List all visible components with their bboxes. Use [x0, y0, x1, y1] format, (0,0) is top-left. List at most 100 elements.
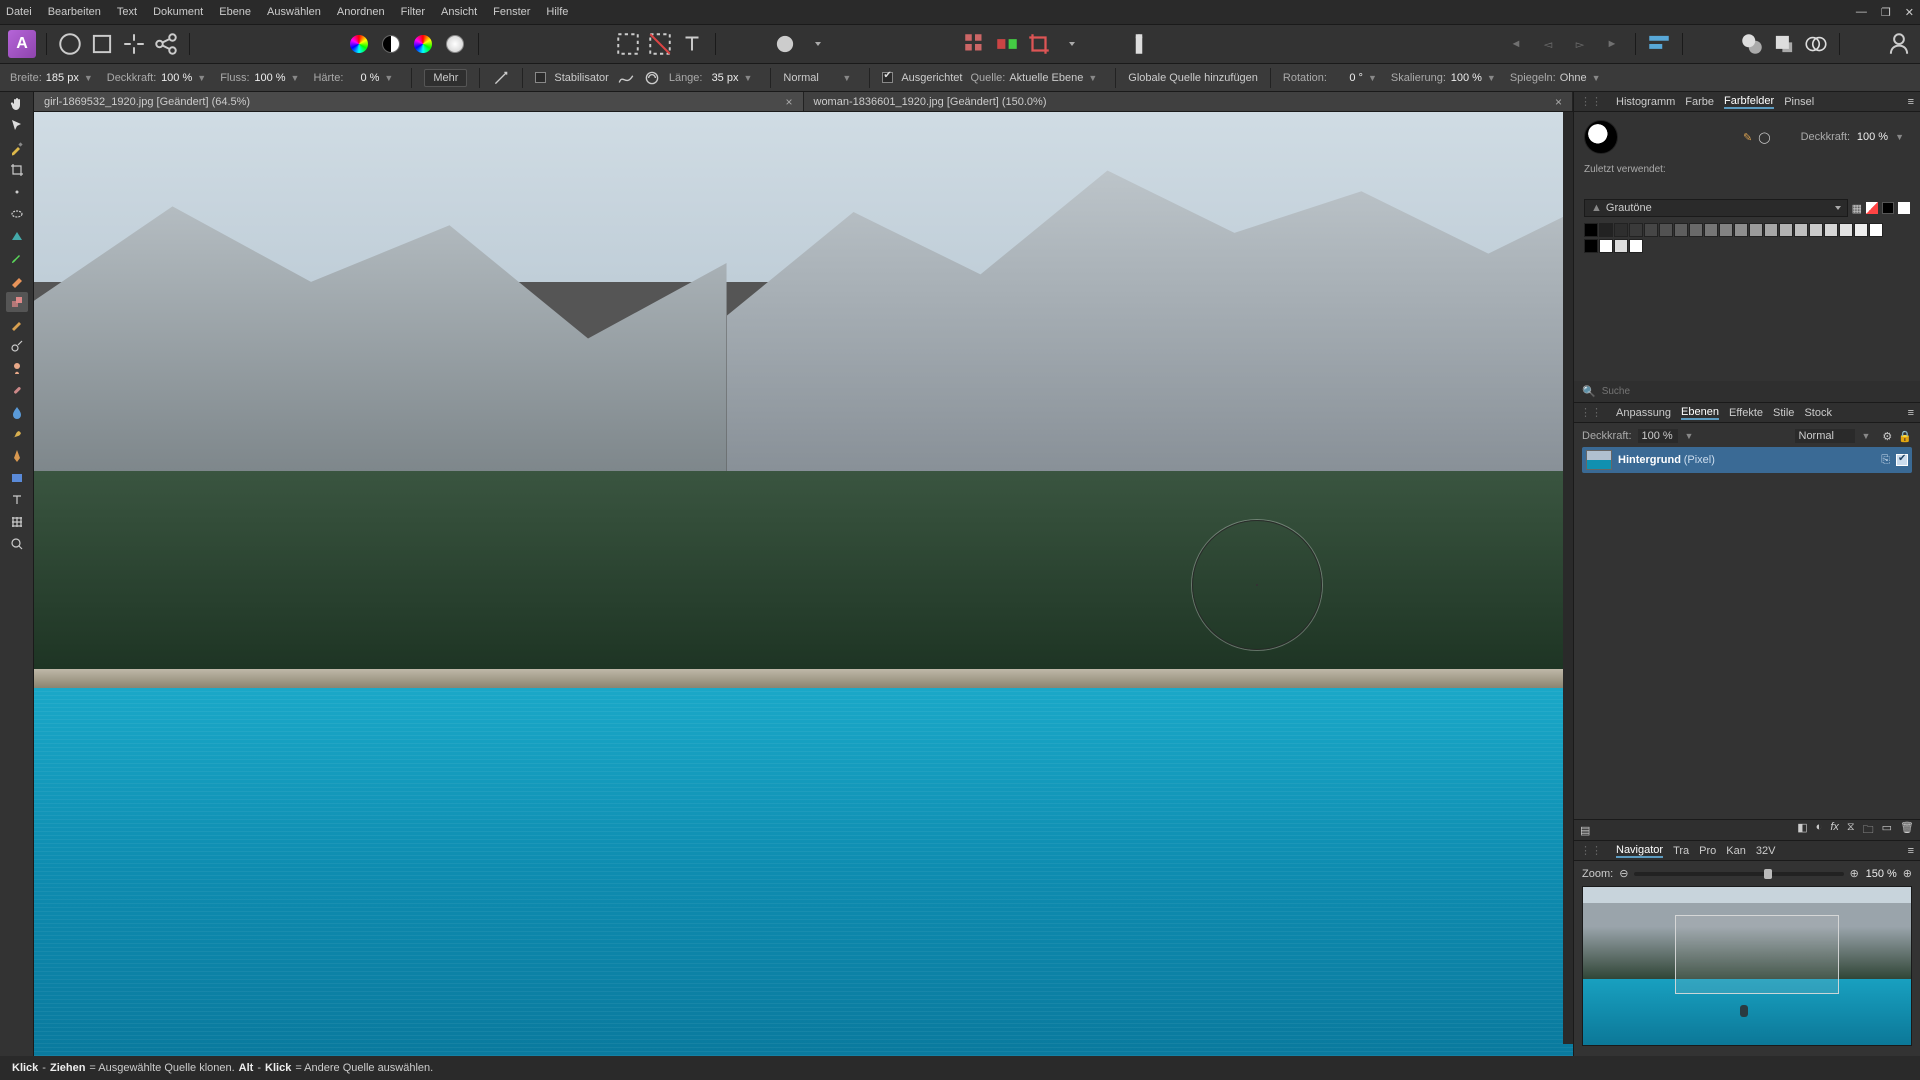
swatch-cell[interactable] — [1824, 223, 1838, 237]
menu-anordnen[interactable]: Anordnen — [337, 6, 385, 18]
add-swatch-icon[interactable] — [1866, 202, 1878, 214]
intersect-shape-icon[interactable] — [1803, 31, 1829, 57]
selection-brush-tool[interactable] — [6, 182, 28, 202]
navigator-viewport-rect[interactable] — [1675, 915, 1839, 994]
swatch-cell[interactable] — [1704, 223, 1718, 237]
swatch-cell[interactable] — [1809, 223, 1823, 237]
move-tool[interactable] — [6, 116, 28, 136]
selection-new-icon[interactable] — [615, 31, 641, 57]
blend-mode[interactable]: Normal — [783, 72, 833, 84]
swatch-cell[interactable] — [1614, 223, 1628, 237]
source-value[interactable]: Aktuelle Ebene — [1009, 72, 1083, 84]
group-layer-icon[interactable]: 🗀 — [1863, 821, 1874, 840]
clone-brush-tool[interactable] — [6, 292, 28, 312]
quick-mask-icon[interactable] — [772, 31, 798, 57]
menu-ebene[interactable]: Ebene — [219, 6, 251, 18]
flood-select-tool[interactable] — [6, 226, 28, 246]
app-logo[interactable]: A — [8, 30, 36, 58]
marquee-tool[interactable] — [6, 204, 28, 224]
swatch-black-icon[interactable] — [1882, 202, 1894, 214]
menu-auswaehlen[interactable]: Auswählen — [267, 6, 321, 18]
swatch-cell[interactable] — [1854, 223, 1868, 237]
document-tab-2[interactable]: woman-1836601_1920.jpg [Geändert] (150.0… — [804, 92, 1574, 111]
layer-opacity-value[interactable]: 100 % — [1638, 429, 1678, 443]
alignment-icon[interactable] — [1646, 31, 1672, 57]
swatch-cell[interactable] — [1749, 223, 1763, 237]
global-source-button[interactable]: Globale Quelle hinzufügen — [1128, 72, 1258, 84]
swatch-cell[interactable] — [1839, 223, 1853, 237]
rope-mode-icon[interactable] — [617, 69, 635, 87]
navigator-thumbnail[interactable] — [1582, 886, 1912, 1046]
tab-pinsel[interactable]: Pinsel — [1784, 96, 1814, 108]
rectangle-tool[interactable] — [6, 468, 28, 488]
menu-filter[interactable]: Filter — [401, 6, 425, 18]
hardness-value[interactable]: 0 % — [347, 72, 379, 84]
panel-menu-icon[interactable]: ≡ — [1908, 96, 1914, 108]
bw-adjust-icon[interactable] — [378, 31, 404, 57]
swatch-cell[interactable] — [1629, 223, 1643, 237]
zoom-slider[interactable] — [1634, 872, 1843, 876]
menu-datei[interactable]: Datei — [6, 6, 32, 18]
persona-develop-icon[interactable] — [121, 31, 147, 57]
layer-visibility-checkbox[interactable] — [1896, 454, 1908, 466]
tab-effekte[interactable]: Effekte — [1729, 407, 1763, 419]
tab-navigator[interactable]: Navigator — [1616, 844, 1663, 858]
tab-stock[interactable]: Stock — [1804, 407, 1832, 419]
crop-dd[interactable] — [1058, 31, 1084, 57]
close-button[interactable]: ✕ — [1905, 6, 1914, 19]
zoom-in-icon[interactable]: ⊕ — [1850, 867, 1859, 880]
menu-hilfe[interactable]: Hilfe — [546, 6, 568, 18]
zoom-tool[interactable] — [6, 534, 28, 554]
arrange-backward-icon[interactable]: ◅ — [1535, 31, 1561, 57]
selection-text-icon[interactable] — [679, 31, 705, 57]
swatch-cell[interactable] — [1644, 223, 1658, 237]
persona-photo-icon[interactable] — [57, 31, 83, 57]
none-color-icon[interactable]: ◯ — [1758, 131, 1770, 144]
tab-2-close-icon[interactable]: × — [1555, 95, 1562, 109]
mirror-value[interactable]: Ohne — [1560, 72, 1587, 84]
color-selector[interactable] — [1584, 120, 1618, 154]
swatch-cell[interactable] — [1779, 223, 1793, 237]
add-layer-icon[interactable]: ▭ — [1882, 821, 1892, 840]
tab-histogramm[interactable]: Histogramm — [1616, 96, 1675, 108]
pen-tool[interactable] — [6, 446, 28, 466]
hand-tool[interactable] — [6, 94, 28, 114]
swatch-opacity-value[interactable]: 100 % — [1856, 131, 1888, 143]
swatch-cell[interactable] — [1599, 223, 1613, 237]
zoom-fit-icon[interactable]: ⊕ — [1903, 867, 1912, 880]
crop-tool-icon[interactable] — [1026, 31, 1052, 57]
adjustment-layer-icon[interactable]: ◐ — [1816, 821, 1823, 840]
tab-transform[interactable]: Tra — [1673, 845, 1689, 857]
text-tool[interactable] — [6, 490, 28, 510]
eyedropper-icon[interactable]: ✎ — [1743, 131, 1752, 144]
swatch-cell[interactable] — [1629, 239, 1643, 253]
swatch-cell[interactable] — [1734, 223, 1748, 237]
arrange-forward-icon[interactable]: ▻ — [1567, 31, 1593, 57]
dodge-tool[interactable] — [6, 336, 28, 356]
live-filter-icon[interactable]: ⧖ — [1847, 821, 1855, 840]
mesh-warp-tool[interactable] — [6, 512, 28, 532]
layer-blend-mode[interactable]: Normal — [1795, 429, 1855, 443]
vertical-scrollbar[interactable] — [1563, 112, 1573, 1044]
scale-value[interactable]: 100 % — [1450, 72, 1482, 84]
hsl-adjust-icon[interactable] — [410, 31, 436, 57]
panel-menu-icon[interactable]: ≡ — [1908, 407, 1914, 419]
lens-adjust-icon[interactable] — [442, 31, 468, 57]
menu-bearbeiten[interactable]: Bearbeiten — [48, 6, 101, 18]
persona-export-icon[interactable] — [153, 31, 179, 57]
window-mode-icon[interactable] — [643, 69, 661, 87]
aligned-checkbox[interactable] — [882, 72, 893, 83]
flow-value[interactable]: 100 % — [254, 72, 286, 84]
smudge-tool[interactable] — [6, 424, 28, 444]
inpainting-tool[interactable] — [6, 314, 28, 334]
swatch-grid-icon[interactable]: ▦ — [1852, 202, 1862, 215]
opacity-value[interactable]: 100 % — [160, 72, 192, 84]
width-value[interactable]: 185 px — [46, 72, 79, 84]
arrange-back-icon[interactable]: ◄ — [1503, 31, 1529, 57]
retouch-tool[interactable] — [6, 358, 28, 378]
arrange-front-icon[interactable]: ► — [1599, 31, 1625, 57]
swatch-cell[interactable] — [1584, 239, 1598, 253]
swatch-cell[interactable] — [1869, 223, 1883, 237]
selection-add-icon[interactable] — [647, 31, 673, 57]
swatch-white-icon[interactable] — [1898, 202, 1910, 214]
